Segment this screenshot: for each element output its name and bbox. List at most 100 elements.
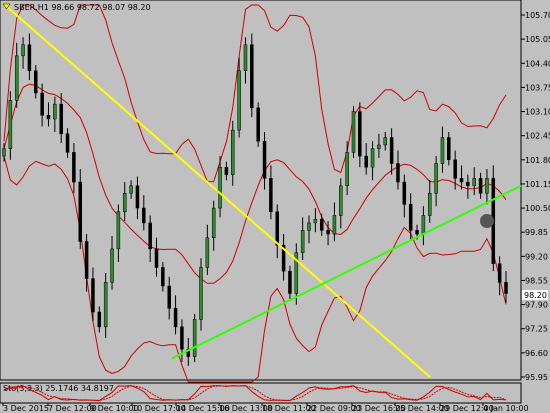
candle-body (192, 319, 197, 357)
candle-body (59, 103, 63, 135)
price-tick-label: 99.20 (525, 252, 548, 261)
price-tick-label: 101.80 (525, 156, 550, 165)
trendline-anchor-marker[interactable] (480, 214, 494, 228)
candle-body (8, 100, 13, 149)
price-tick-label: 96.60 (525, 349, 548, 358)
price-tick-label: 95.95 (525, 373, 548, 382)
chart-window[interactable]: SBER,H1 98.66 98.72 98.07 98.20 105.70 10… (0, 0, 550, 413)
candle-body (504, 282, 508, 294)
candle-body (485, 178, 489, 194)
candle-body (116, 211, 121, 250)
candle-body (326, 230, 330, 235)
candle-body (275, 211, 279, 246)
price-tick-label: 97.25 (525, 325, 548, 334)
candle-body (421, 215, 426, 235)
price-tick-label: 98.55 (525, 276, 548, 285)
time-tick-label: 4 Jan 10:00 (483, 404, 529, 413)
candle-body (53, 103, 57, 120)
candle-body (148, 222, 152, 250)
candle-body (199, 267, 203, 320)
candle-body (332, 215, 337, 235)
candle-body (377, 144, 381, 149)
candle-body (224, 166, 229, 175)
candle-body (472, 178, 476, 187)
candle-body (440, 137, 445, 164)
candle-body (129, 185, 133, 194)
main-plot-area[interactable] (0, 0, 522, 381)
candle-body (34, 70, 38, 94)
candle-body (65, 133, 70, 153)
candle-body (459, 178, 464, 183)
candle-body (415, 230, 419, 235)
candle-body (408, 204, 413, 231)
candle-body (466, 181, 470, 187)
price-tick-label: 105.70 (525, 11, 550, 20)
candle-body (122, 192, 127, 213)
candle-body (307, 222, 311, 231)
candle-body (167, 285, 171, 309)
candle-body (173, 308, 178, 328)
candle-body (383, 137, 388, 146)
candle-body (427, 192, 432, 216)
candle-body (351, 111, 356, 153)
candle-body (319, 218, 324, 231)
candle-body (447, 137, 451, 161)
price-tick-label: 102.45 (525, 132, 550, 141)
candle-body (2, 148, 6, 157)
candle-body (103, 282, 108, 328)
chart-header-title: SBER,H1 98.66 98.72 98.07 98.20 (14, 3, 151, 12)
candle-body (135, 185, 140, 209)
candle-body (339, 185, 343, 216)
candle-body (300, 230, 305, 253)
price-tick-label: 100.50 (525, 204, 550, 213)
candle-body (434, 163, 438, 194)
candle-body (21, 44, 25, 57)
candle-body (402, 181, 407, 205)
candle-body (205, 237, 210, 268)
candle-body (110, 248, 114, 283)
candle-body (154, 248, 159, 268)
candle-body (389, 137, 394, 164)
candle-body (364, 155, 368, 168)
candle-body (250, 44, 254, 109)
price-tick-label: 104.40 (525, 59, 550, 68)
candle-body (288, 270, 292, 294)
candle-body (161, 267, 165, 287)
candle-body (180, 326, 184, 350)
candle-body (91, 278, 95, 313)
candle-body (497, 263, 502, 283)
price-tick-label: 97.90 (525, 301, 548, 310)
candle-body (46, 114, 51, 120)
candle-body (218, 166, 222, 209)
candle-body (370, 148, 375, 168)
candle-body (262, 140, 267, 179)
time-tick-label: 3 Dec 2015 (3, 404, 49, 413)
price-tick-label: 99.85 (525, 228, 548, 237)
time-axis: 3 Dec 20157 Dec 12:009 Dec 10:0010 Dec 1… (2, 403, 529, 413)
candle-body (237, 70, 241, 131)
price-tick-label: 103.10 (525, 108, 550, 117)
candle-body (27, 44, 32, 71)
candle-body (358, 111, 362, 157)
candle-body (14, 55, 19, 101)
candle-body (243, 44, 248, 71)
candle-body (78, 181, 83, 242)
candle-body (72, 152, 76, 183)
candle-body (313, 218, 318, 224)
price-tick-label: 105.05 (525, 35, 550, 44)
price-tick-label: 103.75 (525, 83, 550, 92)
candle-body (345, 152, 349, 187)
candle-body (84, 241, 89, 279)
stochastic-label: Sto(3,3,3) 25.1746 34.8197 (3, 384, 114, 393)
candle-body (40, 92, 44, 116)
candle-body (396, 163, 400, 183)
candle-body (142, 207, 146, 224)
price-tick-label: 101.15 (525, 180, 550, 189)
candle-body (231, 129, 235, 175)
current-price-label: 98.20 (524, 291, 547, 300)
candle-body (211, 207, 216, 239)
candle-body (97, 311, 102, 328)
candle-body (478, 178, 483, 194)
candle-body (269, 178, 273, 213)
candle-body (453, 159, 457, 179)
